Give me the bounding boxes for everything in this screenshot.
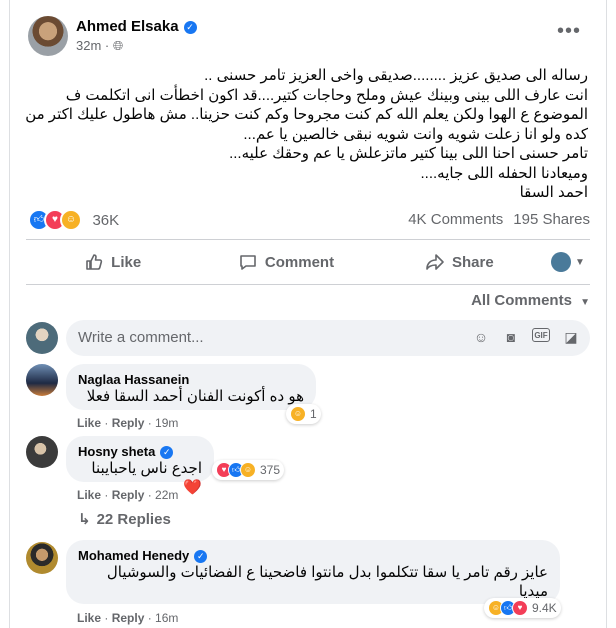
comment-reaction-count: 9.4K — [532, 601, 557, 615]
post-actions: Like Comment Share ▼ — [26, 244, 590, 280]
commenter-name[interactable]: Hosny sheta — [78, 444, 155, 459]
post-time[interactable]: 32m — [76, 38, 101, 53]
divider — [26, 284, 590, 285]
share-label: Share — [451, 253, 494, 271]
comment-meta: Like · Reply · 22m — [77, 488, 179, 502]
post-line: انت عارف اللى بينى وبينك عيش وملح وحاجات… — [65, 86, 588, 104]
commenter-avatar[interactable] — [26, 364, 58, 396]
user-avatar — [551, 252, 572, 272]
care-reaction-icon: ☺ — [60, 209, 82, 231]
post-line: كده ولو انا زعلت شويه وانت شويه نبقى خال… — [243, 125, 588, 143]
comment-bubble: Hosny sheta ✓ اجدع ناس ياحبايبنا ❤️ — [66, 436, 214, 496]
commenter-name[interactable]: Mohamed Henedy — [78, 548, 189, 563]
comment-label: Comment — [264, 253, 335, 271]
post-line: رساله الى صديق عزيز ........صديقى واخى ا… — [204, 67, 588, 84]
care-reaction-icon: ☺ — [240, 462, 256, 478]
commenter-avatar[interactable] — [26, 436, 58, 468]
post-line: الموضوع ع الهوا ولكن يعلم الله كم كنت مج… — [25, 106, 588, 123]
comment-reactions[interactable]: ♥ 👍︎ ☺ 375 — [212, 460, 285, 480]
comment-meta: Like · Reply · 19m — [77, 416, 179, 430]
like-label: Like — [111, 253, 142, 271]
comment-reactions[interactable]: ☺ 1 — [286, 404, 321, 424]
replies-count: 22 Replies — [96, 511, 171, 528]
comment-composer[interactable]: Write a comment... ☺ ◙ GIF ◪ — [66, 320, 590, 356]
divider — [26, 239, 590, 240]
all-comments-filter[interactable]: All Comments ▼ — [471, 292, 590, 309]
comment-time[interactable]: 16m — [155, 611, 178, 625]
author-name-row: Ahmed Elsaka ✓ — [76, 18, 197, 35]
all-comments-label: All Comments — [471, 292, 572, 309]
comment-bubble: Naglaa Hassanein هو ده أكونت الفنان أحمد… — [66, 364, 316, 424]
commenter-name[interactable]: Naglaa Hassanein — [78, 372, 304, 387]
post-text: رساله الى صديق عزيز ........صديقى واخى ا… — [25, 66, 589, 203]
sticker-icon[interactable]: ◪ — [562, 328, 580, 346]
more-options-button[interactable]: ••• — [557, 21, 581, 41]
post-timestamp-row: 32m · 🌐︎ — [76, 38, 124, 53]
comment-meta: Like · Reply · 16m — [77, 611, 179, 625]
share-arrow-icon — [426, 254, 444, 270]
comment-bubble: Mohamed Henedy ✓ عايز رقم تامر يا سقا تتك… — [66, 540, 560, 619]
comment-reaction-count: 1 — [310, 407, 317, 421]
commenter-name-row: Hosny sheta ✓ — [78, 444, 202, 459]
reaction-count: 36K — [92, 211, 120, 229]
comment-like-link[interactable]: Like — [77, 611, 101, 625]
comment-text-line: عايز رقم تامر يا سقا تتكلموا بدل مانتوا … — [106, 564, 548, 600]
verified-badge-icon: ✓ — [183, 21, 197, 34]
comment-reply-link[interactable]: Reply — [112, 488, 145, 502]
comment-reaction-count: 375 — [260, 463, 281, 477]
share-audience-selector[interactable]: ▼ — [546, 244, 590, 280]
current-user-avatar — [26, 322, 58, 354]
gif-icon[interactable]: GIF — [532, 328, 550, 342]
author-avatar[interactable] — [28, 16, 68, 56]
composer-tools: ☺ ◙ GIF ◪ — [472, 328, 580, 346]
post-line: وميعادنا الحفله اللى جايه.... — [420, 164, 589, 182]
comment-like-link[interactable]: Like — [77, 488, 101, 502]
shares-count-link[interactable]: 195 Shares — [513, 211, 590, 228]
share-button[interactable]: Share — [373, 244, 546, 280]
post-line: احمد السقا — [519, 184, 588, 201]
comment-reply-link[interactable]: Reply — [112, 416, 145, 430]
chevron-down-icon: ▼ — [580, 297, 590, 308]
commenter-name-row: Mohamed Henedy ✓ — [78, 548, 548, 563]
care-reaction-icon: ☺ — [290, 406, 306, 422]
comments-count-link[interactable]: 4K Comments — [408, 211, 503, 228]
comment-button[interactable]: Comment — [199, 244, 372, 280]
like-button[interactable]: Like — [26, 244, 199, 280]
camera-icon[interactable]: ◙ — [502, 328, 520, 346]
commenter-avatar[interactable] — [26, 542, 58, 574]
comment-time[interactable]: 22m — [155, 488, 178, 502]
post-line: تامر حسنى احنا اللى بينا كتير ماتزعلش يا… — [229, 145, 588, 162]
comment-input[interactable]: Write a comment... — [78, 329, 204, 346]
comment-time[interactable]: 19m — [155, 416, 178, 430]
chevron-down-icon: ▼ — [575, 256, 585, 268]
reactions-summary[interactable]: 👍︎ ♥ ☺ 36K — [28, 209, 119, 231]
post-stats: 4K Comments 195 Shares — [398, 211, 590, 228]
love-reaction-icon: ♥ — [512, 600, 528, 616]
reply-arrow-icon: ↳ — [78, 511, 91, 528]
view-replies-link[interactable]: ↳ 22 Replies — [78, 510, 171, 528]
comment-reply-link[interactable]: Reply — [112, 611, 145, 625]
globe-icon: 🌐︎ — [112, 38, 124, 53]
thumbs-up-icon — [86, 254, 103, 270]
verified-badge-icon: ✓ — [194, 550, 208, 563]
post-card: Ahmed Elsaka ✓ 32m · 🌐︎ ••• رساله الى صدي… — [9, 0, 607, 628]
author-name[interactable]: Ahmed Elsaka — [76, 18, 179, 35]
comment-icon — [240, 255, 256, 270]
verified-badge-icon: ✓ — [160, 446, 174, 459]
emoji-icon[interactable]: ☺ — [472, 328, 490, 346]
comment-like-link[interactable]: Like — [77, 416, 101, 430]
comment-reactions[interactable]: ☺ 👍︎ ♥ 9.4K — [484, 598, 561, 618]
